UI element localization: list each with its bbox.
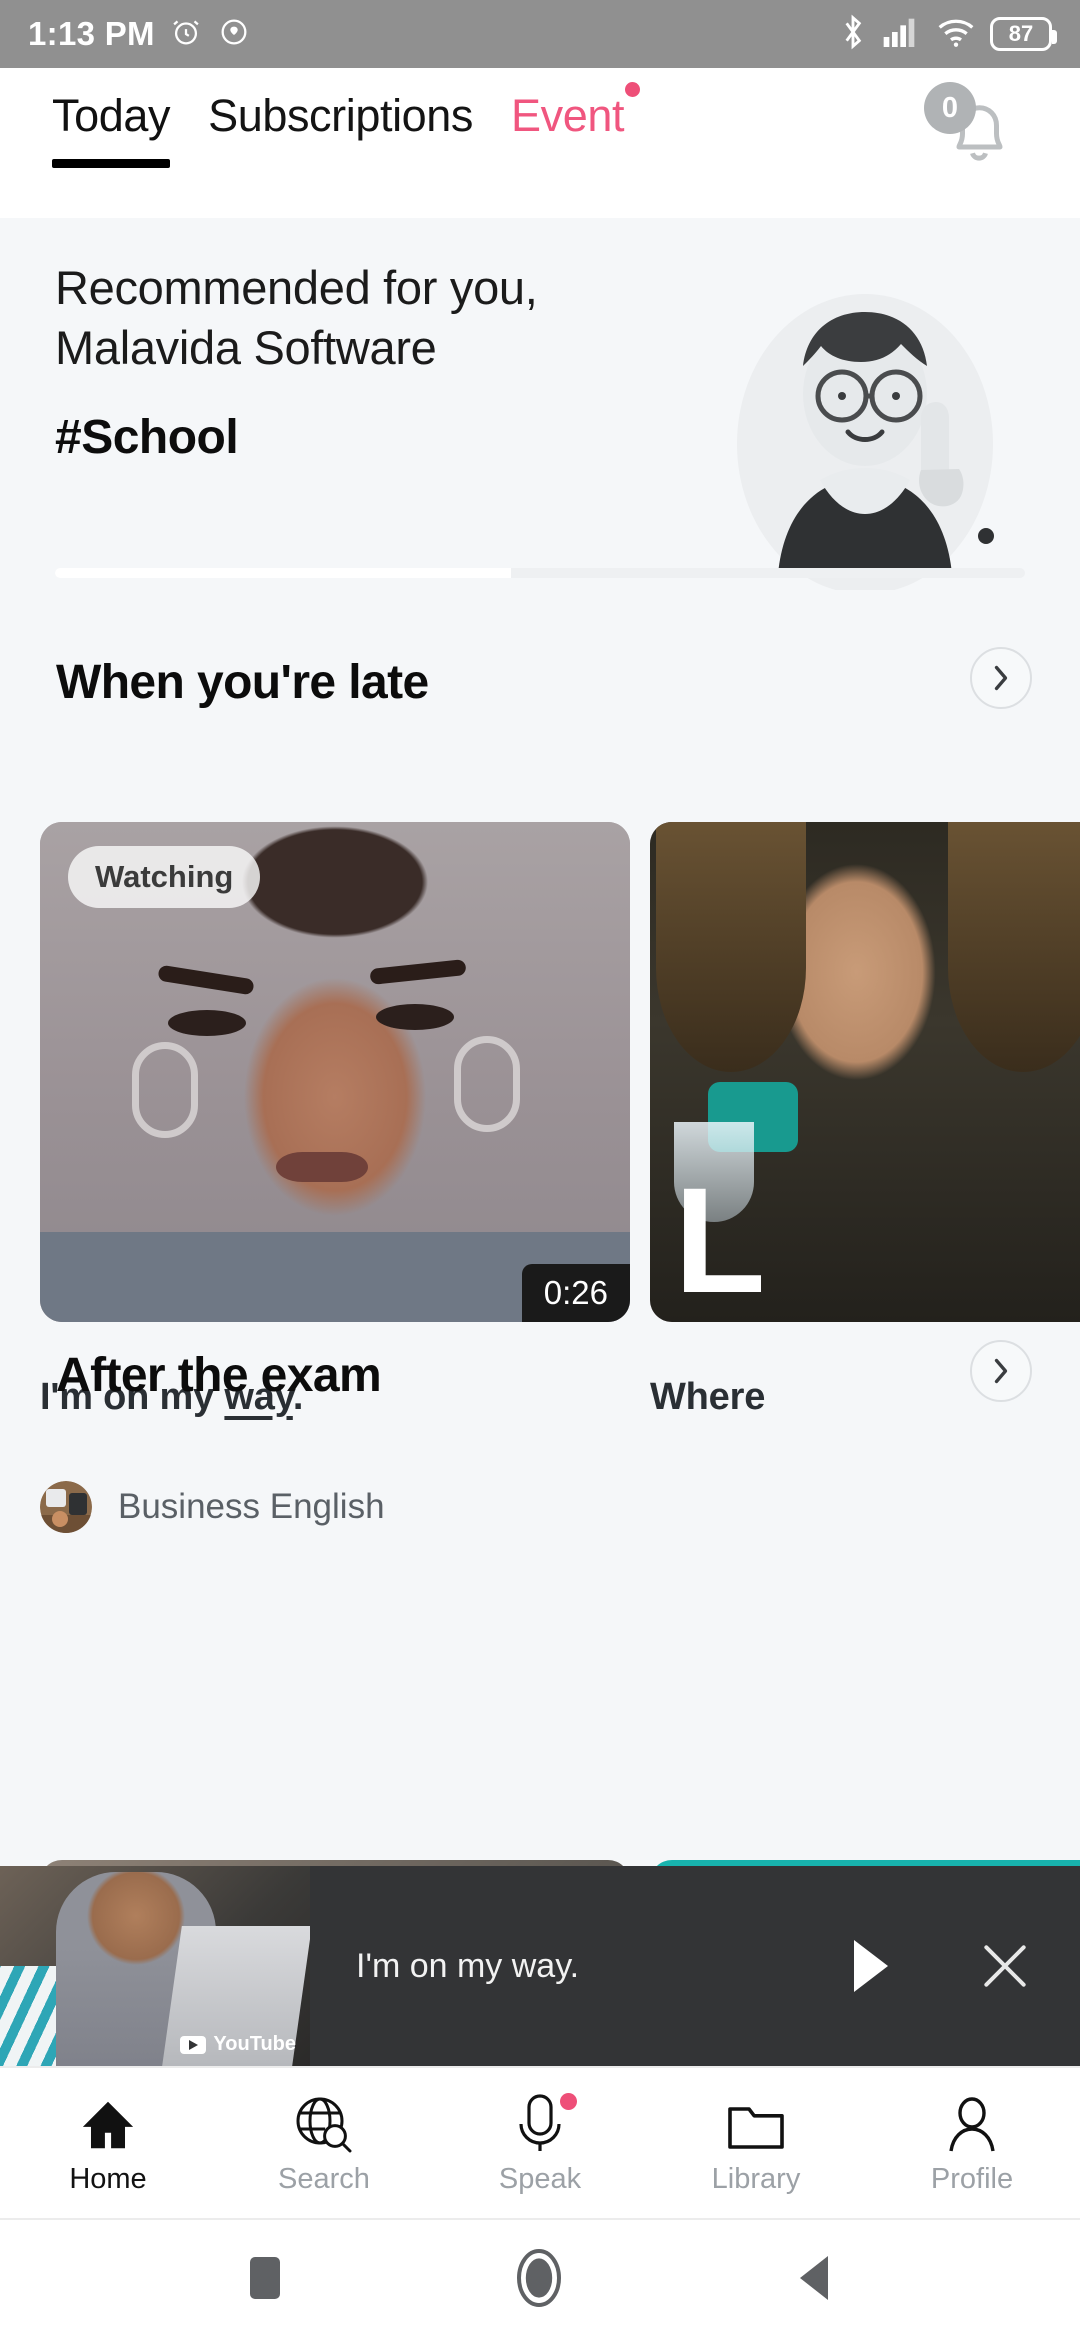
nav-item-speak-label: Speak	[498, 2162, 582, 2195]
shield-icon	[217, 15, 251, 54]
youtube-watermark: YouTube	[180, 2033, 296, 2056]
channel-row[interactable]: Business English	[40, 1481, 630, 1533]
event-new-dot-icon	[625, 82, 641, 97]
video-thumbnail[interactable]: Watching 0:26	[40, 822, 630, 1322]
folder-icon	[726, 2091, 786, 2153]
alarm-icon	[169, 15, 203, 54]
top-tab-bar: Today Subscriptions Event 0	[0, 68, 1080, 218]
home-button[interactable]	[516, 2248, 561, 2312]
mini-player-play-button[interactable]	[810, 1936, 930, 1996]
active-tab-indicator	[52, 159, 171, 168]
nav-item-home-label: Home	[69, 2162, 147, 2195]
status-bar-right: 87	[838, 13, 1057, 56]
mini-player-title: I'm on my way.	[356, 1946, 580, 1985]
tab-event[interactable]: Event	[511, 82, 641, 142]
mini-player[interactable]: YouTube I'm on my way.	[0, 1866, 1080, 2066]
banner-line-1: Recommended for you,	[55, 261, 538, 314]
nav-item-profile-label: Profile	[930, 2162, 1014, 2195]
wifi-icon	[936, 15, 976, 54]
nav-item-speak[interactable]: Speak	[432, 2091, 648, 2196]
section-more-button[interactable]	[970, 1340, 1032, 1402]
channel-avatar	[40, 1481, 92, 1533]
person-icon	[945, 2091, 999, 2153]
chevron-right-icon	[994, 1358, 1008, 1384]
banner-progress-bar	[55, 568, 1025, 578]
mini-player-thumbnail[interactable]: YouTube	[0, 1866, 310, 2066]
section-header-after-the-exam: After the exam	[0, 1340, 1080, 1438]
back-button[interactable]	[796, 2254, 832, 2307]
tab-today-label: Today	[52, 90, 171, 141]
nav-item-library-label: Library	[711, 2162, 801, 2195]
video-card[interactable]: L Where	[650, 822, 1080, 1419]
status-bar-clock: 1:13 PM	[28, 15, 155, 52]
status-bar-left: 1:13 PM	[28, 15, 251, 54]
banner-line-2: Malavida Software	[55, 321, 437, 375]
recommended-banner[interactable]: Recommended for you, Malavida Software #…	[0, 218, 1080, 590]
tab-today[interactable]: Today	[52, 90, 171, 168]
notification-count-badge: 0	[924, 82, 976, 134]
banner-progress-fill	[55, 568, 511, 578]
thumbnail-image: L	[650, 822, 1080, 1322]
microphone-icon	[513, 2091, 577, 2153]
youtube-play-glyph-icon	[180, 2035, 207, 2054]
section-more-button[interactable]	[970, 647, 1032, 709]
app-root: 1:13 PM 87 Today Subscriptions Event 0 R…	[0, 0, 1080, 2340]
video-duration-badge: 0:26	[521, 1264, 630, 1322]
section-title: When you're late	[56, 656, 429, 709]
tab-subscriptions[interactable]: Subscriptions	[208, 90, 473, 142]
nav-item-home[interactable]: Home	[0, 2091, 216, 2196]
tab-event-label: Event	[511, 90, 625, 141]
tab-list: Today Subscriptions Event	[0, 68, 1080, 168]
tab-subscriptions-label: Subscriptions	[208, 90, 474, 141]
bottom-navigation-bar: Home Search Speak Library Profile	[0, 2066, 1080, 2220]
bluetooth-icon	[838, 13, 868, 56]
notifications-button[interactable]: 0	[924, 82, 1034, 172]
battery-icon: 87	[990, 17, 1057, 51]
banner-text: Recommended for you, Malavida Software #…	[55, 258, 675, 465]
android-status-bar: 1:13 PM 87	[0, 0, 1080, 68]
speak-notification-dot-icon	[560, 2092, 577, 2110]
home-icon	[79, 2091, 137, 2153]
chevron-right-icon	[994, 665, 1008, 691]
search-globe-icon	[294, 2091, 354, 2153]
section-title: After the exam	[56, 1349, 382, 1402]
play-icon	[854, 1940, 888, 1992]
banner-hashtag: #School	[55, 411, 239, 465]
channel-name: Business English	[118, 1487, 385, 1526]
mini-player-close-button[interactable]	[930, 1938, 1080, 1994]
nav-item-profile[interactable]: Profile	[864, 2091, 1080, 2196]
video-thumbnail[interactable]: L	[650, 822, 1080, 1322]
section-header-when-youre-late: When you're late	[0, 647, 1080, 745]
battery-level: 87	[1008, 21, 1034, 46]
cellular-signal-icon	[882, 15, 922, 54]
youtube-watermark-label: YouTube	[213, 2033, 296, 2055]
android-navigation-bar	[0, 2220, 1080, 2340]
watching-badge: Watching	[68, 846, 261, 908]
nav-item-library[interactable]: Library	[648, 2091, 864, 2196]
nav-item-search-label: Search	[278, 2162, 370, 2195]
recents-button[interactable]	[248, 2255, 282, 2306]
teacher-illustration	[700, 274, 1030, 590]
close-icon	[984, 1945, 1026, 1987]
nav-item-search[interactable]: Search	[216, 2091, 432, 2196]
